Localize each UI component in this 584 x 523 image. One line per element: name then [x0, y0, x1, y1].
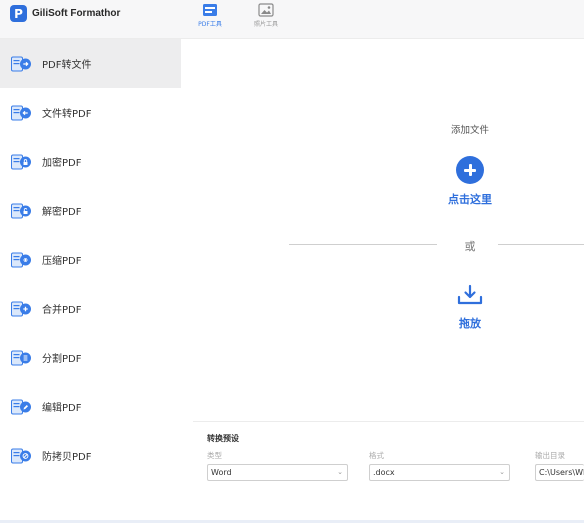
sidebar-item-compress-pdf[interactable]: 压缩PDF — [0, 235, 181, 284]
merge-pdf-icon — [11, 301, 31, 316]
sidebar-item-label: 防拷贝PDF — [42, 452, 92, 463]
tab-photo-tools[interactable]: 照片工具 — [246, 3, 286, 28]
click-here-link[interactable]: 点击这里 — [441, 191, 499, 207]
output-dir-field[interactable]: C:\Users\WD — [535, 464, 584, 481]
compress-pdf-icon — [11, 252, 31, 267]
sidebar-item-label: PDF转文件 — [42, 60, 92, 71]
chevron-down-icon: ⌄ — [337, 468, 343, 476]
pdf-to-file-icon — [11, 56, 31, 71]
sidebar-item-split-pdf[interactable]: 分割PDF — [0, 333, 181, 382]
sidebar-item-decrypt-pdf[interactable]: 解密PDF — [0, 186, 181, 235]
divider-left — [289, 244, 437, 245]
format-label: 格式 — [369, 451, 384, 460]
sidebar-item-label: 合并PDF — [42, 305, 82, 316]
sidebar-item-label: 加密PDF — [42, 158, 82, 169]
app-header: P GiliSoft Formathor PDF工具 照片工具 — [0, 0, 584, 39]
type-label: 类型 — [207, 451, 222, 460]
output-dir-label: 输出目录 — [535, 451, 565, 460]
add-file-button[interactable] — [456, 156, 484, 184]
sidebar: PDF转文件 文件转PDF 加密PDF 解密PDF 压缩PDF 合并PDF 分割… — [0, 39, 181, 523]
sidebar-item-label: 压缩PDF — [42, 256, 82, 267]
sidebar-item-copy-protect-pdf[interactable]: 防拷贝PDF — [0, 431, 181, 480]
split-pdf-icon — [11, 350, 31, 365]
or-text: 或 — [464, 240, 476, 253]
sidebar-item-edit-pdf[interactable]: 编辑PDF — [0, 382, 181, 431]
pdf-tools-icon — [202, 3, 218, 17]
decrypt-pdf-icon — [11, 203, 31, 218]
drag-drop-label: 拖放 — [459, 317, 481, 330]
presets-title: 转换预设 — [207, 434, 239, 443]
app-title: GiliSoft Formathor — [32, 8, 121, 19]
app-logo: P — [10, 5, 27, 22]
download-icon — [457, 284, 483, 305]
output-dir-value: C:\Users\WD — [539, 468, 584, 477]
edit-pdf-icon — [11, 399, 31, 414]
copy-protect-pdf-icon — [11, 448, 31, 463]
chevron-down-icon: ⌄ — [499, 468, 505, 476]
format-value: .docx — [373, 468, 395, 477]
format-select[interactable]: .docx ⌄ — [369, 464, 510, 481]
type-select[interactable]: Word ⌄ — [207, 464, 348, 481]
app-brand: P GiliSoft Formathor — [10, 5, 120, 22]
sidebar-item-label: 分割PDF — [42, 354, 82, 365]
divider-right — [498, 244, 584, 245]
sidebar-item-merge-pdf[interactable]: 合并PDF — [0, 284, 181, 333]
add-file-title: 添加文件 — [450, 125, 489, 136]
photo-tools-icon — [258, 3, 274, 17]
type-value: Word — [211, 468, 232, 477]
conversion-presets: 转换预设 类型 Word ⌄ 格式 .docx ⌄ 输出目录 C:\Users\… — [193, 421, 584, 523]
sidebar-item-label: 文件转PDF — [42, 109, 92, 120]
tab-pdf-tools[interactable]: PDF工具 — [190, 3, 230, 28]
tab-photo-tools-label: 照片工具 — [253, 21, 278, 28]
tab-pdf-tools-label: PDF工具 — [198, 21, 222, 28]
sidebar-item-label: 编辑PDF — [42, 403, 82, 414]
file-to-pdf-icon — [11, 105, 31, 120]
sidebar-item-encrypt-pdf[interactable]: 加密PDF — [0, 137, 181, 186]
sidebar-item-file-to-pdf[interactable]: 文件转PDF — [0, 88, 181, 137]
sidebar-item-pdf-to-file[interactable]: PDF转文件 — [0, 39, 181, 88]
sidebar-item-label: 解密PDF — [42, 207, 82, 218]
encrypt-pdf-icon — [11, 154, 31, 169]
